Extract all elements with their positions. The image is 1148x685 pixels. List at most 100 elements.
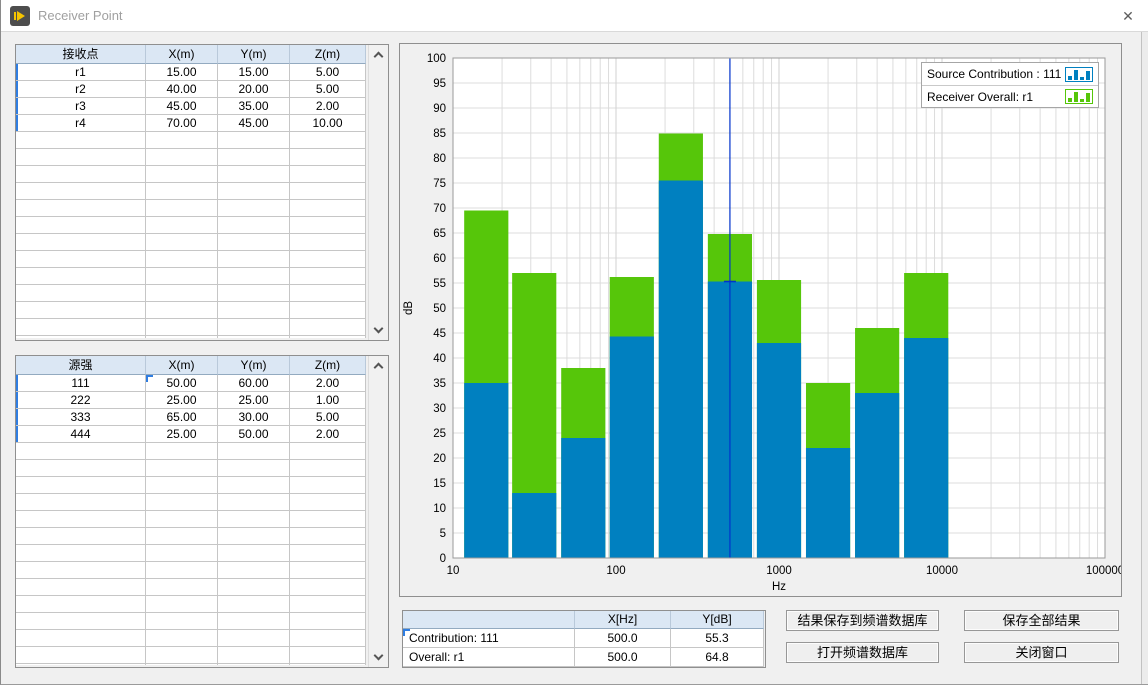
table-cell[interactable]: 35.00 (218, 98, 290, 115)
svg-text:10000: 10000 (926, 565, 958, 577)
svg-text:Hz: Hz (772, 581, 786, 593)
svg-text:85: 85 (433, 128, 446, 140)
receiver-table-scrollbar[interactable] (368, 45, 388, 340)
table-cell[interactable]: 111 (16, 375, 146, 392)
svg-text:5: 5 (440, 528, 446, 540)
svg-text:75: 75 (433, 178, 446, 190)
titlebar: Receiver Point ✕ (1, 0, 1148, 32)
table-cell[interactable]: 2.00 (290, 375, 366, 392)
table-cell[interactable]: 5.00 (290, 409, 366, 426)
svg-text:20: 20 (433, 453, 446, 465)
close-window-button[interactable]: 关闭窗口 (964, 642, 1119, 663)
receiver-table: 接收点 X(m) Y(m) Z(m) r1 15.00 15.00 5.00 r… (16, 45, 366, 132)
table-cell[interactable]: 45.00 (146, 98, 218, 115)
table-cell[interactable]: 10.00 (290, 115, 366, 132)
receiver-col-header: 接收点 (16, 45, 146, 64)
source-table-panel: 源强 X(m) Y(m) Z(m) 111 50.00 60.00 2.00 2… (15, 355, 389, 668)
table-cell[interactable]: 65.00 (146, 409, 218, 426)
svg-text:25: 25 (433, 428, 446, 440)
svg-text:10: 10 (447, 565, 460, 577)
table-cell[interactable]: 25.00 (146, 426, 218, 443)
scroll-up-icon[interactable] (374, 363, 384, 373)
readout-cell[interactable]: 500.0 (575, 629, 671, 648)
table-cell[interactable]: 45.00 (218, 115, 290, 132)
table-cell[interactable]: 333 (16, 409, 146, 426)
table-cell[interactable]: 30.00 (218, 409, 290, 426)
x-col-header: X(m) (146, 356, 218, 375)
svg-text:60: 60 (433, 253, 446, 265)
table-cell[interactable]: 15.00 (146, 64, 218, 81)
svg-text:45: 45 (433, 328, 446, 340)
table-cell[interactable]: 50.00 (218, 426, 290, 443)
svg-text:100: 100 (427, 53, 446, 65)
save-results-to-spectrum-db-button[interactable]: 结果保存到频谱数据库 (786, 610, 939, 631)
table-cell-selected[interactable]: 50.00 (146, 375, 218, 392)
table-cell[interactable]: 2.00 (290, 426, 366, 443)
svg-text:10: 10 (433, 503, 446, 515)
table-cell[interactable]: 25.00 (146, 392, 218, 409)
table-cell[interactable]: r2 (16, 81, 146, 98)
table-cell[interactable]: 5.00 (290, 81, 366, 98)
spectrum-plot[interactable]: 0510152025303540455055606570758085909510… (400, 44, 1121, 596)
source-col-header: 源强 (16, 356, 146, 375)
table-cell[interactable]: 5.00 (290, 64, 366, 81)
bar-plot-style-icon (1065, 89, 1093, 104)
source-table-scrollbar[interactable] (368, 356, 388, 667)
open-spectrum-db-button[interactable]: 打开频谱数据库 (786, 642, 939, 663)
svg-text:100: 100 (606, 565, 625, 577)
table-cell[interactable]: 20.00 (218, 81, 290, 98)
table-cell[interactable]: 222 (16, 392, 146, 409)
table-cell[interactable]: 40.00 (146, 81, 218, 98)
bar-plot-style-icon (1065, 67, 1093, 82)
readout-y-header: Y[dB] (671, 611, 764, 629)
close-icon[interactable]: ✕ (1111, 0, 1145, 32)
table-cell[interactable]: 15.00 (218, 64, 290, 81)
svg-text:40: 40 (433, 353, 446, 365)
window-right-edge (1141, 32, 1148, 684)
svg-text:0: 0 (440, 553, 446, 565)
readout-cell[interactable]: Overall: r1 (403, 648, 575, 667)
readout-cell[interactable]: 64.8 (671, 648, 764, 667)
readout-cell[interactable]: Contribution: 111 (403, 629, 575, 648)
save-all-results-button[interactable]: 保存全部结果 (964, 610, 1119, 631)
table-cell[interactable]: r4 (16, 115, 146, 132)
empty-rows (16, 443, 366, 665)
table-cell[interactable]: 60.00 (218, 375, 290, 392)
svg-text:55: 55 (433, 278, 446, 290)
empty-rows (16, 132, 366, 338)
table-cell[interactable]: 1.00 (290, 392, 366, 409)
cursor-readout-panel: X[Hz] Y[dB] Contribution: 111 500.0 55.3… (402, 610, 766, 668)
legend-label: Source Contribution : 111 (927, 67, 1065, 81)
svg-text:80: 80 (433, 153, 446, 165)
receiver-point-window: Receiver Point ✕ 接收点 X(m) Y(m) Z(m) r1 1… (0, 0, 1148, 685)
svg-text:100000: 100000 (1086, 565, 1121, 577)
svg-text:dB: dB (403, 301, 415, 315)
scroll-up-icon[interactable] (374, 52, 384, 62)
labview-app-icon (10, 6, 30, 26)
spectrum-chart-panel: 0510152025303540455055606570758085909510… (399, 43, 1122, 597)
table-cell[interactable]: r3 (16, 98, 146, 115)
legend-label: Receiver Overall: r1 (927, 90, 1065, 104)
svg-text:95: 95 (433, 78, 446, 90)
legend-item-contribution[interactable]: Source Contribution : 111 (922, 63, 1098, 85)
scroll-down-icon[interactable] (374, 651, 384, 661)
readout-name-header (403, 611, 575, 629)
z-col-header: Z(m) (290, 45, 366, 64)
svg-text:30: 30 (433, 403, 446, 415)
table-cell[interactable]: 70.00 (146, 115, 218, 132)
scroll-down-icon[interactable] (374, 324, 384, 334)
readout-cell[interactable]: 55.3 (671, 629, 764, 648)
svg-text:35: 35 (433, 378, 446, 390)
table-cell[interactable]: r1 (16, 64, 146, 81)
readout-cell[interactable]: 500.0 (575, 648, 671, 667)
table-cell[interactable]: 444 (16, 426, 146, 443)
legend-item-overall[interactable]: Receiver Overall: r1 (922, 85, 1098, 107)
window-title: Receiver Point (38, 0, 123, 32)
cursor-readout-table: X[Hz] Y[dB] Contribution: 111 500.0 55.3… (403, 611, 764, 667)
svg-text:1000: 1000 (766, 565, 792, 577)
table-cell[interactable]: 2.00 (290, 98, 366, 115)
x-col-header: X(m) (146, 45, 218, 64)
table-cell[interactable]: 25.00 (218, 392, 290, 409)
source-table: 源强 X(m) Y(m) Z(m) 111 50.00 60.00 2.00 2… (16, 356, 366, 443)
svg-text:70: 70 (433, 203, 446, 215)
